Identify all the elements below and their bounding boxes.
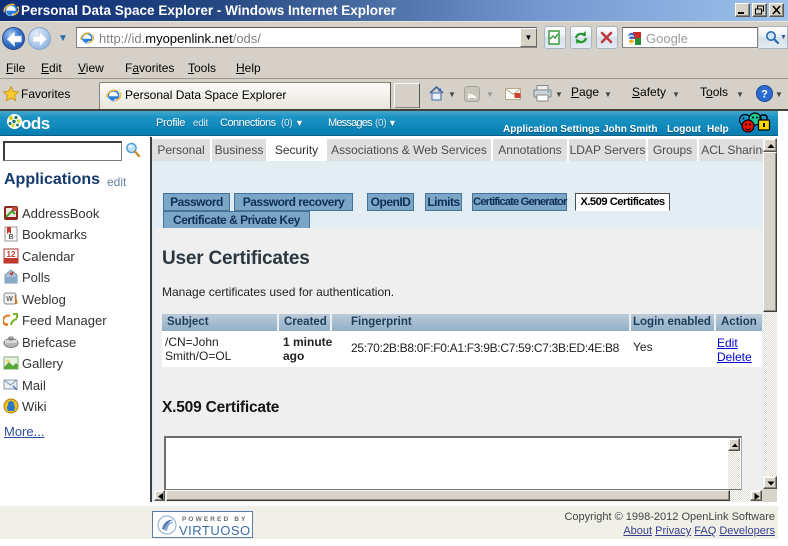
svg-text:12: 12 <box>7 250 16 259</box>
svg-text:B: B <box>8 234 13 241</box>
svg-text:W: W <box>6 296 13 303</box>
svg-text:?: ? <box>761 89 768 101</box>
